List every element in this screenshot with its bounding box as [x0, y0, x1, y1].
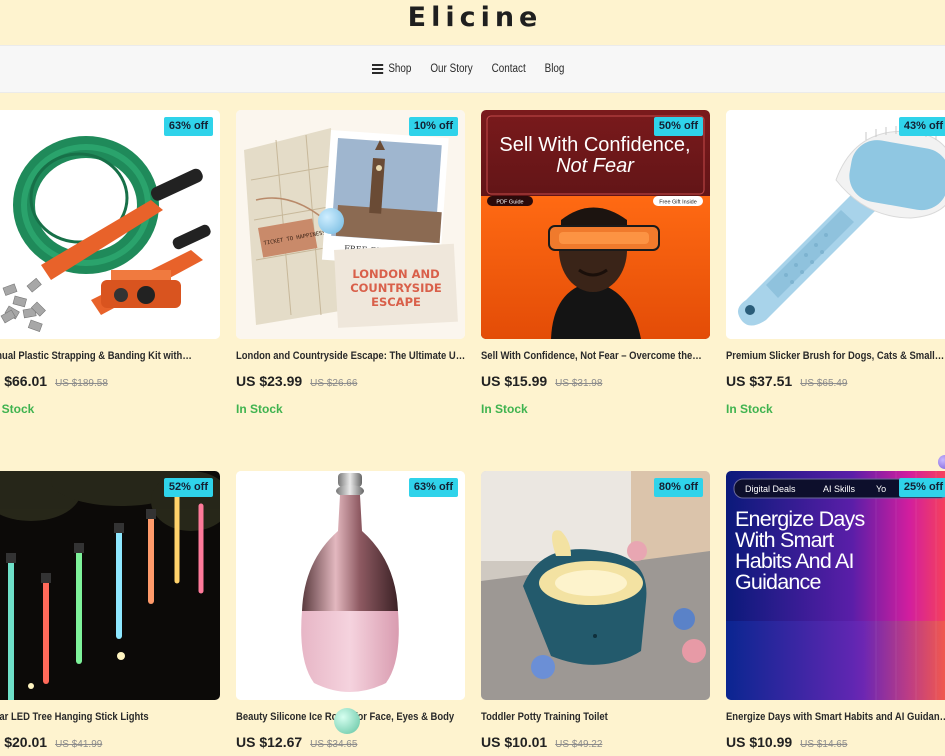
discount-badge: 50% off: [653, 117, 703, 136]
price-row: US $10.01 US $49.22: [481, 734, 602, 754]
price-row: US $12.67 US $34.65: [236, 734, 357, 754]
stock-status: In Stock: [726, 402, 773, 416]
product-title[interactable]: Energize Days with Smart Habits and AI G…: [726, 707, 945, 727]
main-nav: Shop Our Story Contact Blog: [0, 45, 945, 93]
product-image[interactable]: 80% off: [481, 471, 710, 700]
slicker-brush-image: [726, 110, 945, 339]
nav-item-label: Blog: [544, 63, 565, 75]
product-title[interactable]: Sell With Confidence, Not Fear – Overcom…: [481, 346, 711, 366]
product-title[interactable]: Premium Slicker Brush for Dogs, Cats & S…: [726, 346, 945, 366]
image-headline: Guidance: [735, 570, 821, 594]
price-row: US $23.99 US $26.66: [236, 373, 357, 393]
strapping-kit-image: [0, 110, 220, 339]
price-row: US $37.51 US $65.49: [726, 373, 847, 393]
product-title[interactable]: Toddler Potty Training Toilet: [481, 707, 711, 727]
product-image[interactable]: 52% off: [0, 471, 220, 700]
nav-item-label: Shop: [388, 63, 412, 75]
original-price: US $49.22: [555, 739, 603, 750]
image-tab: AI Skills: [823, 484, 856, 494]
site-header: Elicine: [0, 0, 945, 45]
stock-status: In Stock: [236, 402, 283, 416]
menu-icon: [372, 64, 384, 74]
sell-confidence-image: Sell With Confidence, Not Fear PDF Guide…: [481, 110, 710, 339]
toddler-potty-image: [481, 471, 710, 700]
product-image[interactable]: 63% off: [236, 471, 465, 700]
discount-badge: 80% off: [653, 478, 703, 497]
product-title[interactable]: anual Plastic Strapping & Banding Kit wi…: [0, 346, 221, 366]
discount-badge: 63% off: [163, 117, 213, 136]
london-escape-image: TICKET TO HAPPINESS FREE GIFT INSIDE LON…: [236, 110, 465, 339]
floating-bubble: [938, 455, 945, 469]
product-price: US $10.01: [481, 734, 548, 750]
image-headline: Sell With Confidence,: [499, 134, 690, 156]
original-price: US $26.66: [310, 378, 358, 389]
price-row: S $20.01 US $41.99: [0, 734, 102, 754]
floating-bubble: [334, 708, 360, 734]
original-price: US $65.49: [800, 378, 848, 389]
ice-roller-image: [236, 471, 465, 700]
product-image[interactable]: Digital Deals AI Skills Yo Energize Days…: [726, 471, 945, 700]
original-price: US $189.58: [55, 378, 108, 389]
product-price: US $15.99: [481, 373, 548, 389]
product-price: US $10.99: [726, 734, 793, 750]
headline-line: LONDON AND: [352, 267, 439, 281]
stock-status: In Stock: [481, 402, 528, 416]
price-row: S $66.01 US $189.58: [0, 373, 108, 393]
product-price: S $20.01: [0, 734, 48, 750]
image-tab: Yo: [876, 484, 886, 494]
discount-badge: 25% off: [898, 478, 945, 497]
floating-bubble: [318, 208, 344, 234]
price-row: US $15.99 US $31.98: [481, 373, 602, 393]
headline-line: COUNTRYSIDE: [350, 281, 442, 295]
image-tab: Digital Deals: [745, 484, 796, 494]
discount-badge: 10% off: [408, 117, 458, 136]
product-price: US $12.67: [236, 734, 303, 750]
nav-item-shop[interactable]: Shop: [372, 63, 411, 75]
price-row: US $10.99 US $14.65: [726, 734, 847, 754]
discount-badge: 63% off: [408, 478, 458, 497]
product-image[interactable]: Sell With Confidence, Not Fear PDF Guide…: [481, 110, 710, 339]
product-image[interactable]: 43% off: [726, 110, 945, 339]
discount-badge: 52% off: [163, 478, 213, 497]
product-image[interactable]: TICKET TO HAPPINESS FREE GIFT INSIDE LON…: [236, 110, 465, 339]
product-title[interactable]: London and Countryside Escape: The Ultim…: [236, 346, 466, 366]
original-price: US $41.99: [55, 739, 103, 750]
original-price: US $34.65: [310, 739, 358, 750]
discount-badge: 43% off: [898, 117, 945, 136]
energize-days-image: Digital Deals AI Skills Yo Energize Days…: [726, 471, 945, 700]
led-lights-image: [0, 471, 220, 700]
pill-label: PDF Guide: [496, 200, 523, 206]
product-price: US $37.51: [726, 373, 793, 389]
brand-logo[interactable]: Elicine: [403, 2, 543, 34]
image-headline: Not Fear: [556, 155, 635, 177]
nav-item-our-story[interactable]: Our Story: [430, 63, 472, 75]
original-price: US $31.98: [555, 378, 603, 389]
product-image[interactable]: 63% off: [0, 110, 220, 339]
nav-item-blog[interactable]: Blog: [545, 63, 565, 75]
product-price: US $23.99: [236, 373, 303, 389]
nav-item-contact[interactable]: Contact: [492, 63, 526, 75]
nav-item-label: Contact: [491, 63, 526, 75]
original-price: US $14.65: [800, 739, 848, 750]
product-title[interactable]: olar LED Tree Hanging Stick Lights: [0, 707, 221, 727]
headline-line: ESCAPE: [371, 295, 421, 309]
pill-label: Free Gift Inside: [659, 200, 697, 206]
nav-item-label: Our Story: [430, 63, 473, 75]
stock-status: n Stock: [0, 402, 35, 416]
product-price: S $66.01: [0, 373, 48, 389]
